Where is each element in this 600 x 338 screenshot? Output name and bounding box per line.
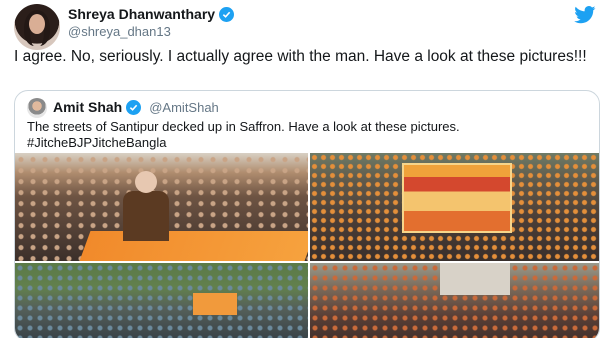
quoted-hashtag[interactable]: #JitcheBJPJitcheBangla (27, 135, 597, 151)
quoted-avatar[interactable] (27, 98, 47, 118)
avatar[interactable] (14, 4, 60, 50)
quoted-tweet[interactable]: Amit Shah @AmitShah The streets of Santi… (14, 90, 600, 338)
quoted-verified-badge-icon (126, 99, 142, 115)
photo-street-crowd[interactable] (15, 263, 308, 338)
twitter-bird-icon[interactable] (574, 6, 596, 24)
author-name-row: Shreya Dhanwanthary (68, 6, 235, 22)
photo-grid (15, 153, 599, 338)
street-building (440, 263, 510, 295)
quoted-name-row: Amit Shah @AmitShah (53, 99, 219, 115)
saffron-vehicle (79, 231, 308, 261)
verified-badge-icon (219, 6, 235, 22)
photo-lane-crowd[interactable] (310, 263, 599, 338)
photo-rally-speaker[interactable] (15, 153, 308, 261)
street-stall (193, 293, 237, 315)
author-display-name[interactable]: Shreya Dhanwanthary (68, 6, 215, 22)
photo-decorated-float[interactable] (310, 153, 599, 261)
tweet-text: I agree. No, seriously. I actually agree… (14, 48, 587, 65)
author-handle[interactable]: @shreya_dhan13 (68, 24, 171, 39)
decorated-float (402, 163, 512, 233)
quoted-text: The streets of Santipur decked up in Saf… (27, 119, 460, 134)
quoted-display-name[interactable]: Amit Shah (53, 99, 122, 115)
avatar-face (29, 14, 45, 34)
quoted-text-block: The streets of Santipur decked up in Saf… (27, 119, 597, 151)
speaker-figure (123, 171, 169, 241)
tweet-card: Shreya Dhanwanthary @shreya_dhan13 I agr… (0, 0, 600, 338)
quoted-handle[interactable]: @AmitShah (149, 100, 219, 115)
